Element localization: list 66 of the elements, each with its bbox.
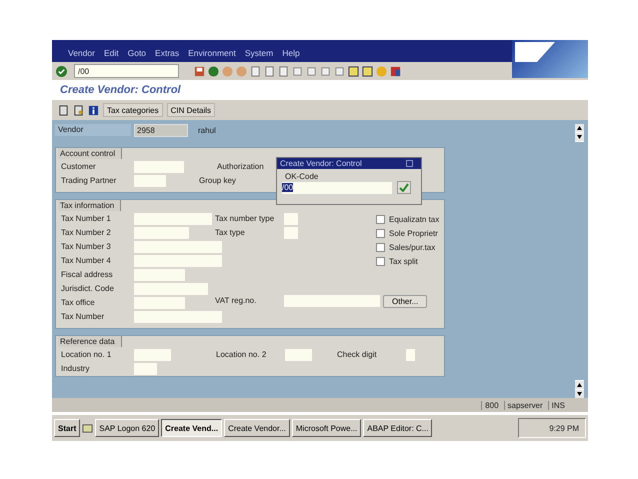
input-field[interactable] — [134, 297, 185, 309]
input-field[interactable] — [134, 227, 189, 239]
client-number: 800 — [481, 400, 502, 410]
input-field[interactable] — [134, 255, 222, 267]
menu-item[interactable]: Extras — [155, 48, 180, 58]
checkbox[interactable] — [376, 242, 385, 252]
input-field[interactable] — [284, 227, 298, 239]
command-field[interactable]: /00 — [74, 64, 179, 78]
clock: 9:29 PM — [549, 424, 579, 432]
input-field[interactable] — [134, 161, 184, 173]
input-field[interactable] — [284, 213, 298, 225]
scroll-up-icon[interactable] — [575, 381, 584, 389]
vendor-name: rahul — [198, 126, 216, 134]
check-icon[interactable] — [56, 66, 67, 76]
menu-item[interactable]: Goto — [128, 48, 146, 58]
checkbox-label: Tax split — [389, 256, 418, 266]
input-field[interactable] — [406, 349, 415, 361]
input-field[interactable] — [134, 349, 171, 361]
input-field[interactable] — [134, 175, 166, 187]
toolbar-button[interactable]: Tax categories — [103, 103, 163, 117]
menu-item[interactable]: Help — [282, 48, 300, 58]
taskbar-button[interactable]: Create Vendor... — [224, 419, 290, 437]
other-button[interactable]: Other... — [383, 294, 428, 308]
save-icon[interactable] — [194, 66, 205, 76]
checkbox-label: Equalizatn tax — [389, 214, 440, 224]
input-field[interactable] — [134, 269, 185, 281]
taskbar-button[interactable]: ABAP Editor: C... — [363, 419, 432, 437]
taskbar-button[interactable]: Create Vend... — [161, 419, 222, 437]
checkbox[interactable] — [376, 214, 385, 224]
toolbar-button[interactable]: CIN Details — [166, 103, 216, 117]
group-title: Tax information — [58, 200, 122, 211]
server-name: sapserver — [504, 400, 546, 410]
scroll-up-icon[interactable] — [575, 124, 584, 132]
input-field[interactable] — [134, 213, 212, 225]
checkbox[interactable] — [376, 228, 385, 238]
input-field[interactable] — [284, 295, 380, 307]
input-field[interactable] — [285, 349, 312, 361]
info-icon[interactable] — [88, 104, 99, 116]
checkbox[interactable] — [376, 256, 385, 266]
input-field[interactable] — [134, 241, 222, 253]
input-field[interactable] — [134, 283, 208, 295]
field-label: Vendor — [55, 124, 131, 136]
dialog-title: Create Vendor: Control — [280, 159, 362, 168]
document-icon[interactable] — [73, 104, 84, 116]
menu-item[interactable]: Edit — [104, 48, 119, 58]
menu-item[interactable]: Environment — [188, 48, 236, 58]
document-icon[interactable] — [58, 104, 69, 116]
input-field[interactable] — [134, 311, 222, 323]
input-field[interactable] — [134, 363, 157, 375]
close-icon[interactable] — [406, 160, 413, 167]
checkbox-label: Sales/pur.tax — [389, 242, 436, 252]
menu-item[interactable]: System — [244, 48, 274, 58]
group-title: Reference data — [58, 336, 122, 347]
taskbar-button[interactable]: Microsoft Powe... — [292, 419, 362, 437]
checkbox-label: Sole Proprietr — [389, 228, 438, 238]
menu-item[interactable]: Vendor — [68, 48, 95, 58]
scroll-down-icon[interactable] — [575, 133, 584, 141]
scroll-down-icon[interactable] — [575, 390, 584, 398]
taskbar-button[interactable]: SAP Logon 620 — [95, 419, 160, 437]
input-mode: INS — [548, 400, 568, 410]
start-button[interactable]: Start — [54, 419, 80, 437]
ok-code-field[interactable]: /00 — [282, 182, 392, 194]
vendor-number-field: 2958 — [134, 124, 188, 136]
confirm-button[interactable] — [397, 181, 411, 194]
field-label: OK-Code — [285, 172, 318, 181]
group-title: Account control — [58, 148, 122, 159]
